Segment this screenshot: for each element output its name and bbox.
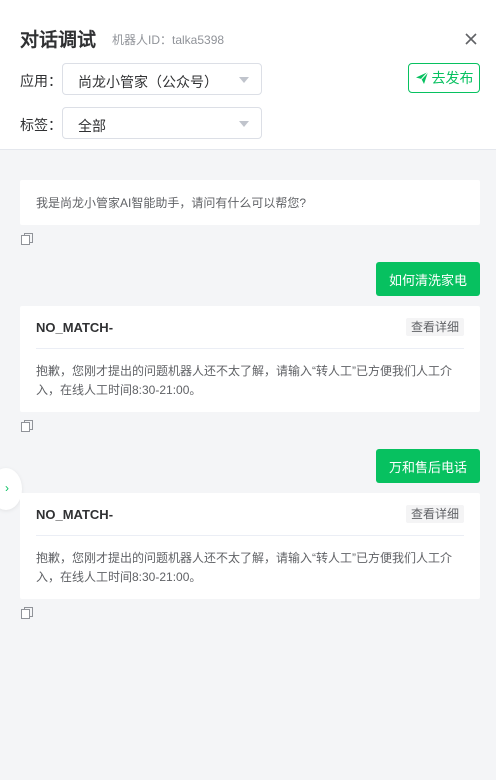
- bot-reply-card: NO_MATCH- 查看详细 抱歉，您刚才提出的问题机器人还不太了解，请输入“转…: [20, 493, 480, 599]
- tag-select[interactable]: 全部: [62, 107, 262, 139]
- view-detail-button[interactable]: 查看详细: [405, 318, 464, 336]
- match-code: NO_MATCH-: [36, 507, 114, 522]
- greeting-text: 我是尚龙小管家AI智能助手，请问有什么可以帮您?: [36, 196, 307, 210]
- publish-button[interactable]: 去发布: [408, 63, 480, 93]
- reply-text: 抱歉，您刚才提出的问题机器人还不太了解，请输入“转人工”已方便我们人工介入，在线…: [36, 551, 452, 584]
- copy-icon[interactable]: [21, 233, 33, 245]
- user-message[interactable]: 万和售后电话: [376, 449, 480, 483]
- bot-id: 机器人ID：talka5398: [112, 33, 225, 47]
- caret-down-icon: [239, 121, 249, 127]
- view-detail-button[interactable]: 查看详细: [405, 505, 464, 523]
- app-select-value: 尚龙小管家（公众号）: [78, 74, 218, 90]
- app-label: 应用：: [20, 73, 62, 89]
- send-icon: [415, 71, 428, 84]
- tag-select-value: 全部: [78, 118, 106, 134]
- close-icon[interactable]: [462, 30, 480, 48]
- copy-icon[interactable]: [21, 607, 33, 619]
- copy-icon[interactable]: [21, 420, 33, 432]
- bot-reply-card: NO_MATCH- 查看详细 抱歉，您刚才提出的问题机器人还不太了解，请输入“转…: [20, 306, 480, 412]
- chevron-right-icon: ›: [5, 481, 9, 495]
- app-select[interactable]: 尚龙小管家（公众号）: [62, 63, 262, 95]
- sidebar-toggle[interactable]: ›: [0, 468, 22, 510]
- header: 对话调试 机器人ID：talka5398 应用： 尚龙小管家（公众号） 去发布 …: [0, 0, 496, 150]
- reply-text: 抱歉，您刚才提出的问题机器人还不太了解，请输入“转人工”已方便我们人工介入，在线…: [36, 364, 452, 397]
- divider: [36, 535, 464, 536]
- divider: [36, 348, 464, 349]
- page-title: 对话调试: [20, 30, 97, 51]
- publish-button-label: 去发布: [431, 70, 474, 86]
- match-code: NO_MATCH-: [36, 320, 114, 335]
- bot-greeting: 我是尚龙小管家AI智能助手，请问有什么可以帮您?: [20, 180, 480, 225]
- caret-down-icon: [239, 77, 249, 83]
- user-message[interactable]: 如何清洗家电: [376, 262, 480, 296]
- tag-label: 标签：: [20, 117, 62, 133]
